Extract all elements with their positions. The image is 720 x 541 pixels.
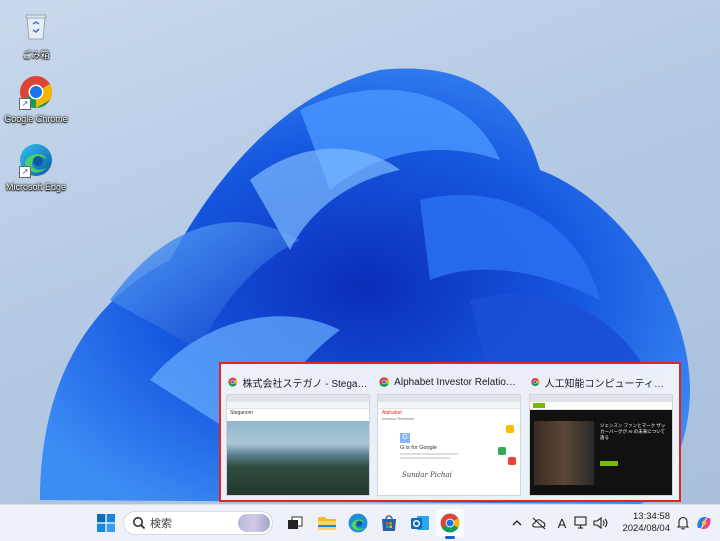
edge-icon: [348, 513, 368, 533]
ime-mode-indicator[interactable]: A: [553, 514, 571, 532]
file-explorer-button[interactable]: [313, 509, 341, 537]
thumbnail-preview: Alphabet Investor Relations G G is for G…: [377, 394, 521, 496]
monitor-icon: [574, 516, 587, 529]
desktop-icon-label: ごみ箱: [22, 50, 50, 60]
edge-icon: ↗: [16, 140, 56, 180]
microsoft-store-icon: [382, 515, 396, 531]
desktop-icon-label: Microsoft Edge: [5, 182, 67, 192]
search-highlight-image: [238, 514, 270, 532]
preview-signature: Sundar Pichai: [402, 471, 452, 479]
taskbar-clock[interactable]: 13:34:58 2024/08/04: [610, 511, 670, 535]
preview-photo: [534, 421, 594, 485]
speaker-icon: [593, 516, 608, 530]
taskbar-search-box[interactable]: 検索: [123, 511, 273, 535]
preview-heading: Steganom: [230, 410, 253, 416]
start-button[interactable]: [92, 509, 120, 537]
desktop-icon-recycle-bin[interactable]: ごみ箱: [0, 6, 72, 61]
show-hidden-icons-button[interactable]: [508, 514, 526, 532]
chrome-icon: [228, 377, 238, 387]
window-thumbnail-steganom[interactable]: 株式会社ステガノ - Steganom - G... Steganom: [224, 370, 370, 498]
clock-date: 2024/08/04: [622, 523, 670, 534]
shortcut-arrow-icon: ↗: [19, 166, 31, 178]
preview-heading: Alphabet: [382, 410, 402, 416]
outlook-button[interactable]: [406, 509, 434, 537]
chrome-icon: [531, 377, 540, 387]
copilot-icon: [697, 517, 711, 529]
task-view-button[interactable]: [281, 509, 309, 537]
windows-logo-icon: [97, 514, 115, 532]
chrome-icon: [379, 377, 389, 387]
desktop-icon-label: Google Chrome: [4, 114, 68, 124]
preview-heading: ジェンスン ファンとマーク ザッカーバーグが AI の未来について語る: [600, 423, 666, 440]
google-g-logo: G: [400, 433, 410, 443]
thumbnail-title: Alphabet Investor Relations - G...: [394, 376, 519, 388]
copilot-button[interactable]: [695, 514, 713, 532]
thumbnail-preview: ジェンスン ファンとマーク ザッカーバーグが AI の未来について語る: [529, 394, 673, 496]
preview-subheading: Investor Relations: [382, 416, 415, 421]
search-placeholder: 検索: [150, 518, 172, 530]
search-icon: [133, 517, 146, 530]
recycle-bin-icon: [16, 6, 56, 46]
outlook-icon: [411, 516, 429, 530]
window-thumbnail-nvidia[interactable]: 人工知能コンピューティングで世界を... ジェンスン ファンとマーク ザッカーバ…: [527, 370, 673, 498]
thumbnail-title: 人工知能コンピューティングで世界を...: [544, 378, 671, 390]
chrome-taskbar-button[interactable]: [436, 509, 464, 539]
chrome-icon: ↗: [16, 72, 56, 112]
bell-icon: [677, 516, 689, 530]
shortcut-arrow-icon: ↗: [19, 98, 31, 110]
clock-time: 13:34:58: [633, 511, 670, 522]
microsoft-store-button[interactable]: [375, 509, 403, 537]
chevron-up-icon: [512, 520, 522, 526]
preview-landscape-image: [227, 421, 369, 495]
edge-taskbar-button[interactable]: [344, 509, 372, 537]
window-thumbnail-alphabet[interactable]: Alphabet Investor Relations - G... Alpha…: [375, 370, 521, 498]
task-view-icon: [288, 516, 303, 529]
preview-text: G is for Google: [400, 445, 437, 451]
network-status-button[interactable]: [530, 514, 548, 532]
desktop-icon-microsoft-edge[interactable]: ↗ Microsoft Edge: [0, 140, 72, 192]
file-explorer-icon: [318, 517, 336, 530]
running-indicator: [445, 536, 455, 539]
chrome-window-thumbnails: 株式会社ステガノ - Steganom - G... Steganom Alph…: [219, 362, 681, 502]
thumbnail-preview: Steganom: [226, 394, 370, 496]
desktop-icon-google-chrome[interactable]: ↗ Google Chrome: [0, 72, 72, 124]
chrome-icon: [440, 513, 460, 533]
thumbnail-title: 株式会社ステガノ - Steganom - G...: [242, 378, 368, 390]
notifications-button[interactable]: [674, 514, 692, 532]
volume-button[interactable]: [592, 514, 610, 532]
cloud-offline-icon: [532, 517, 546, 530]
display-network-button[interactable]: [573, 514, 591, 532]
taskbar: 検索 A 13:34:58 2024/08/04: [0, 504, 720, 541]
